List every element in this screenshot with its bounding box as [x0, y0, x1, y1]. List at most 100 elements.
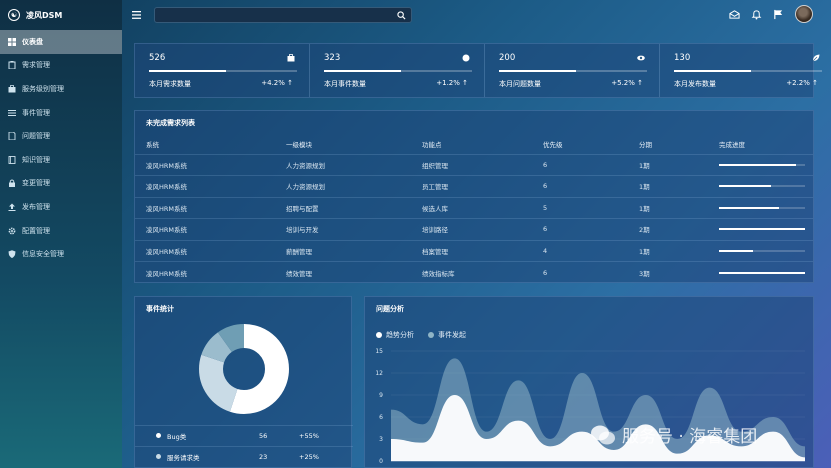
- flag-icon[interactable]: [773, 9, 784, 20]
- avatar[interactable]: [795, 5, 813, 23]
- book-icon: [8, 155, 16, 164]
- upload-icon: [8, 203, 16, 211]
- y-tick-label: 12: [375, 370, 383, 377]
- search-input[interactable]: [155, 8, 411, 22]
- progress-bar: [719, 163, 805, 166]
- sidebar-item-6[interactable]: 变更管理: [0, 172, 122, 196]
- sidebar-item-4[interactable]: 问题管理: [0, 124, 122, 148]
- cell-system: 凌风HRM系统: [135, 218, 275, 240]
- column-header[interactable]: 系统: [135, 135, 275, 154]
- column-header[interactable]: 功能点: [411, 135, 532, 154]
- sidebar-item-8[interactable]: 配置管理: [0, 219, 122, 243]
- cell-feature: 员工管理: [411, 175, 532, 197]
- progress-bar: [719, 206, 805, 209]
- cell-phase: 3期: [628, 261, 708, 283]
- table-row[interactable]: 凌风HRM系统 招聘与配置 候选人库 5 1期: [135, 196, 813, 219]
- stat-progress-bar: [149, 70, 297, 72]
- cell-feature: 档案管理: [411, 239, 532, 262]
- stat-change: +5.2% ↑: [611, 79, 643, 87]
- table-row[interactable]: 凌风HRM系统 人力资源规划 组织管理 6 1期: [135, 153, 813, 176]
- y-tick-label: 9: [379, 392, 383, 399]
- card-title: 问题分析: [376, 305, 404, 313]
- clipboard-icon: [8, 61, 16, 70]
- table-row[interactable]: 凌风HRM系统 薪酬管理 档案管理 4 1期: [135, 239, 813, 262]
- legend-label: 趋势分析: [386, 331, 414, 339]
- cell-module: 绩效管理: [275, 261, 411, 283]
- stat-change: +1.2% ↑: [436, 79, 468, 87]
- stat-change: +2.2% ↑: [786, 79, 818, 87]
- shield-icon: [8, 250, 16, 259]
- sidebar-item-3[interactable]: 事件管理: [0, 101, 122, 125]
- cell-progress: [708, 196, 813, 219]
- table-row[interactable]: 凌风HRM系统 人力资源规划 员工管理 6 1期: [135, 175, 813, 197]
- sidebar-item-label: 发布管理: [22, 202, 50, 211]
- chart-legend-item[interactable]: 事件发起: [428, 330, 466, 340]
- cell-phase: 1期: [628, 239, 708, 262]
- cell-system: 凌风HRM系统: [135, 196, 275, 219]
- gear-icon: [8, 227, 16, 235]
- issue-area-chart: 15 12 9 6 3 0: [375, 348, 805, 465]
- brand-logo-icon: ☯: [8, 9, 20, 21]
- stat-card: 200 本月问题数量 +5.2% ↑: [485, 44, 660, 97]
- leaf-icon: [812, 54, 820, 62]
- cell-feature: 组织管理: [411, 153, 532, 176]
- sidebar-item-0[interactable]: 仪表盘: [0, 30, 122, 54]
- sidebar-item-label: 仪表盘: [22, 37, 43, 46]
- cell-progress: [708, 218, 813, 240]
- y-tick-label: 0: [379, 458, 383, 465]
- cell-module: 薪酬管理: [275, 239, 411, 262]
- event-legend-row[interactable]: 服务请求类 23 +25%: [135, 446, 353, 466]
- stat-progress-bar: [499, 70, 647, 72]
- column-header[interactable]: 完成进度: [708, 135, 813, 154]
- dashboard-icon: [8, 37, 16, 46]
- column-header[interactable]: 优先级: [532, 135, 628, 154]
- table-row[interactable]: 凌风HRM系统 绩效管理 绩效指标库 6 3期: [135, 261, 813, 283]
- column-header[interactable]: 分期: [628, 135, 708, 154]
- mail-icon[interactable]: [729, 9, 740, 20]
- chart-legend-item[interactable]: 趋势分析: [376, 330, 414, 340]
- cell-phase: 1期: [628, 196, 708, 219]
- progress-bar: [719, 249, 805, 252]
- cell-system: 凌风HRM系统: [135, 153, 275, 176]
- y-tick-label: 15: [375, 348, 383, 355]
- stat-label: 本月发布数量: [674, 80, 716, 88]
- sidebar-item-5[interactable]: 知识管理: [0, 148, 122, 172]
- event-name: Bug类: [167, 432, 187, 441]
- chart-legend: 趋势分析 事件发起: [376, 330, 466, 340]
- sidebar-item-9[interactable]: 信息安全管理: [0, 242, 122, 266]
- stat-card: 526 本月需求数量 +4.2% ↑: [135, 44, 310, 97]
- sidebar-item-label: 知识管理: [22, 155, 50, 164]
- bell-icon[interactable]: [751, 9, 762, 20]
- sidebar-item-label: 需求管理: [22, 61, 50, 70]
- sidebar-item-label: 事件管理: [22, 108, 50, 117]
- cell-phase: 1期: [628, 175, 708, 197]
- progress-bar: [719, 271, 805, 274]
- cell-system: 凌风HRM系统: [135, 175, 275, 197]
- pending-requirements-card: 未完成需求列表 系统 一级模块 功能点 优先级 分期 完成进度 凌风HRM系统 人力资源规…: [134, 110, 814, 283]
- cell-progress: [708, 153, 813, 176]
- sidebar-item-1[interactable]: 需求管理: [0, 54, 122, 78]
- topbar: [122, 0, 831, 30]
- event-stats-card: 事件统计 Bug类 56 +55% 服务请求类 23 +25%: [134, 296, 353, 468]
- brand[interactable]: ☯ 凌风DSM: [0, 0, 122, 30]
- cell-progress: [708, 175, 813, 197]
- top-icons: [729, 5, 813, 23]
- hamburger-menu-icon[interactable]: [132, 10, 142, 20]
- stat-label: 本月需求数量: [149, 80, 191, 88]
- sidebar-item-2[interactable]: 服务级别管理: [0, 77, 122, 101]
- wechat-icon: [591, 425, 615, 444]
- list-icon: [8, 109, 16, 117]
- eye-icon: [637, 55, 645, 61]
- sidebar-item-label: 变更管理: [22, 179, 50, 188]
- event-legend-row[interactable]: Bug类 56 +55%: [135, 425, 353, 445]
- legend-dot: [156, 433, 161, 438]
- legend-dot: [376, 332, 382, 338]
- table-row[interactable]: 凌风HRM系统 培训与开发 培训路径 6 2期: [135, 218, 813, 240]
- search-icon[interactable]: [397, 11, 406, 20]
- card-title: 事件统计: [146, 305, 174, 313]
- sidebar-item-7[interactable]: 发布管理: [0, 195, 122, 219]
- column-header[interactable]: 一级模块: [275, 135, 411, 154]
- event-name: 服务请求类: [167, 453, 200, 462]
- cell-module: 人力资源规划: [275, 175, 411, 197]
- cell-module: 人力资源规划: [275, 153, 411, 176]
